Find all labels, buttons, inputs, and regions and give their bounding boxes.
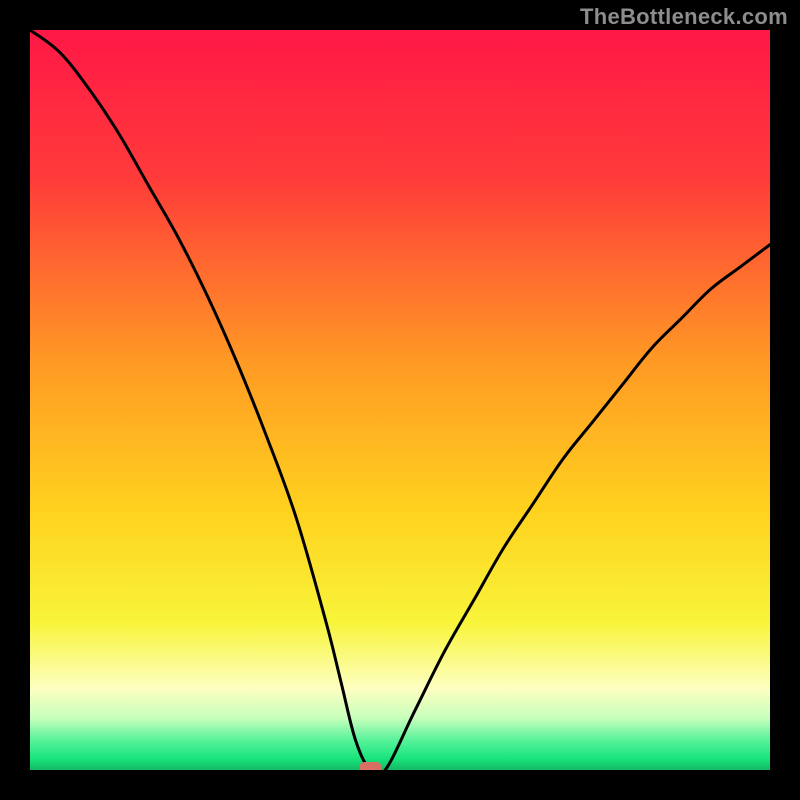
plot-background-gradient: [30, 30, 770, 770]
watermark-text: TheBottleneck.com: [580, 4, 788, 30]
optimum-marker: [359, 762, 381, 770]
bottleneck-chart: [30, 30, 770, 770]
outer-frame: TheBottleneck.com: [0, 0, 800, 800]
